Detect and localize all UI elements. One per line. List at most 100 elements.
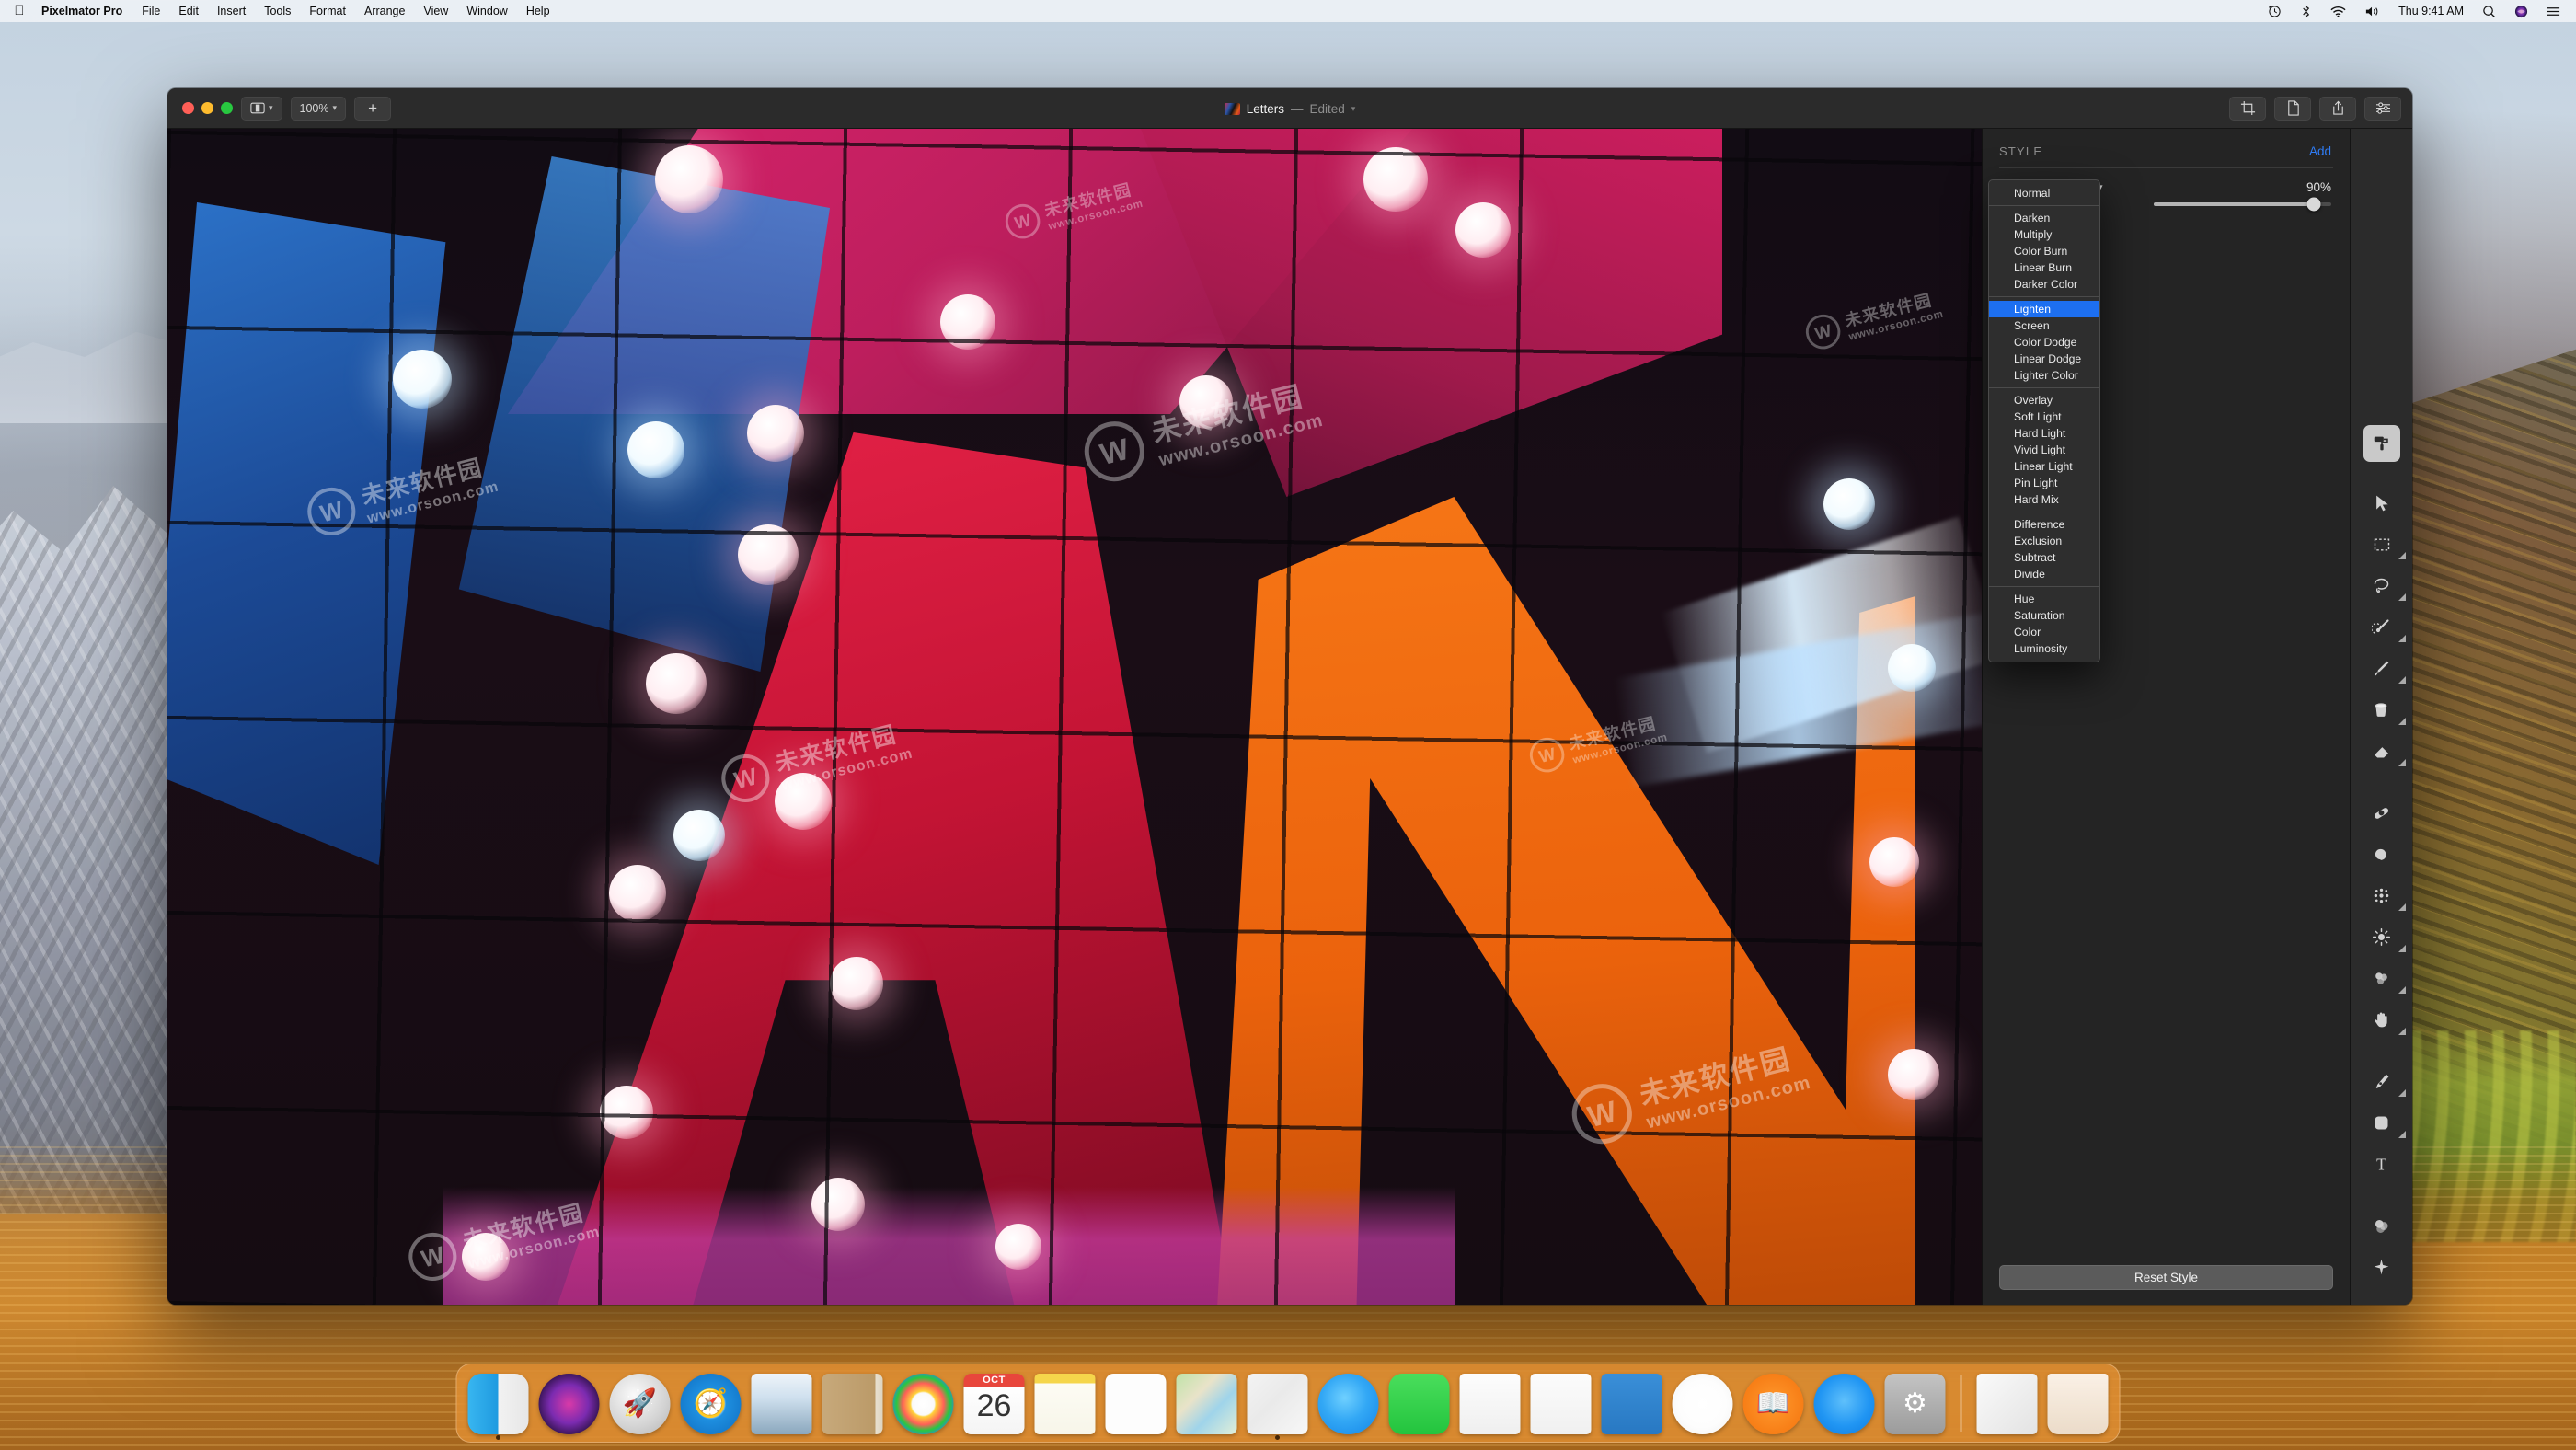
menu-app-name[interactable]: Pixelmator Pro: [31, 5, 132, 17]
dock-books[interactable]: 📖: [1742, 1372, 1806, 1436]
title-chevron-down-icon[interactable]: ▾: [1351, 104, 1356, 114]
opacity-slider-knob[interactable]: [2306, 197, 2321, 212]
tool-eraser[interactable]: [2363, 731, 2406, 772]
blend-mode-difference[interactable]: Difference: [1989, 516, 2099, 533]
blend-mode-darker-color[interactable]: Darker Color: [1989, 276, 2099, 293]
siri-icon[interactable]: [2506, 0, 2536, 22]
tool-repair[interactable]: [2363, 792, 2400, 834]
tool-blur[interactable]: [2363, 958, 2406, 999]
tool-submenu-indicator-icon[interactable]: [2398, 718, 2406, 725]
blend-mode-overlay[interactable]: Overlay: [1989, 392, 2099, 409]
reset-style-button[interactable]: Reset Style: [1999, 1265, 2333, 1290]
tool-submenu-indicator-icon[interactable]: [2398, 593, 2406, 601]
blend-mode-linear-burn[interactable]: Linear Burn: [1989, 259, 2099, 276]
dock-reminders[interactable]: [1104, 1372, 1168, 1436]
tool-submenu-indicator-icon[interactable]: [2398, 1028, 2406, 1035]
menu-item-arrange[interactable]: Arrange: [355, 5, 414, 17]
blend-mode-darken[interactable]: Darken: [1989, 210, 2099, 226]
control-center-icon[interactable]: [2538, 0, 2569, 22]
zoom-button[interactable]: [221, 102, 233, 114]
tool-free-select[interactable]: [2363, 565, 2406, 606]
dock-safari[interactable]: 🧭: [679, 1372, 743, 1436]
blend-mode-linear-dodge[interactable]: Linear Dodge: [1989, 351, 2099, 367]
menu-item-window[interactable]: Window: [457, 5, 516, 17]
tool-submenu-indicator-icon[interactable]: [2398, 759, 2406, 766]
tool-style[interactable]: [2363, 425, 2400, 462]
search-icon[interactable]: [2474, 0, 2504, 22]
tool-submenu-indicator-icon[interactable]: [2398, 1131, 2406, 1138]
blend-mode-hard-light[interactable]: Hard Light: [1989, 425, 2099, 442]
dock-contacts[interactable]: [821, 1372, 885, 1436]
dock-trash[interactable]: [2046, 1372, 2110, 1436]
blend-mode-pin-light[interactable]: Pin Light: [1989, 475, 2099, 491]
time-machine-icon[interactable]: [2260, 0, 2290, 22]
tool-submenu-indicator-icon[interactable]: [2398, 635, 2406, 642]
opacity-slider[interactable]: [2154, 197, 2331, 212]
bluetooth-icon[interactable]: [2292, 0, 2320, 22]
dock-maps[interactable]: [1175, 1372, 1239, 1436]
dock-messages[interactable]: [1317, 1372, 1381, 1436]
close-button[interactable]: [182, 102, 194, 114]
tool-submenu-indicator-icon[interactable]: [2398, 986, 2406, 994]
tool-submenu-indicator-icon[interactable]: [2398, 903, 2406, 911]
dock-downloads[interactable]: [1975, 1372, 2040, 1436]
new-document-button[interactable]: [2274, 96, 2311, 121]
dock-system-preferences[interactable]: ⚙: [1883, 1372, 1948, 1436]
dock-siri[interactable]: [537, 1372, 602, 1436]
menu-item-view[interactable]: View: [414, 5, 457, 17]
tool-color-adjust[interactable]: [2363, 1205, 2400, 1247]
blend-mode-linear-light[interactable]: Linear Light: [1989, 458, 2099, 475]
add-style-button[interactable]: Add: [2309, 144, 2331, 158]
blend-mode-hard-mix[interactable]: Hard Mix: [1989, 491, 2099, 508]
share-button[interactable]: [2319, 96, 2356, 121]
tool-smudge[interactable]: [2363, 834, 2400, 875]
blend-mode-exclusion[interactable]: Exclusion: [1989, 533, 2099, 549]
menu-item-help[interactable]: Help: [517, 5, 559, 17]
tool-pen[interactable]: [2363, 1061, 2406, 1102]
sidebar-toggle-button[interactable]: ▾: [241, 96, 282, 121]
tool-lighten[interactable]: [2363, 916, 2406, 958]
crop-button[interactable]: [2229, 96, 2266, 121]
tool-arrange[interactable]: [2363, 482, 2400, 524]
blend-mode-screen[interactable]: Screen: [1989, 317, 2099, 334]
dock-numbers[interactable]: [1529, 1372, 1593, 1436]
adjustments-button[interactable]: [2364, 96, 2401, 121]
dock-mail[interactable]: [750, 1372, 814, 1436]
blend-mode-vivid-light[interactable]: Vivid Light: [1989, 442, 2099, 458]
dock-itunes[interactable]: [1671, 1372, 1735, 1436]
blend-mode-subtract[interactable]: Subtract: [1989, 549, 2099, 566]
tool-type[interactable]: T: [2363, 1144, 2400, 1185]
tool-hand[interactable]: [2363, 999, 2406, 1041]
dock-photos[interactable]: [891, 1372, 956, 1436]
dock-notes[interactable]: [1033, 1372, 1098, 1436]
menu-item-tools[interactable]: Tools: [255, 5, 300, 17]
blend-mode-luminosity[interactable]: Luminosity: [1989, 640, 2099, 657]
tool-color-fill[interactable]: [2363, 689, 2406, 731]
blend-mode-lighter-color[interactable]: Lighter Color: [1989, 367, 2099, 384]
tool-submenu-indicator-icon[interactable]: [2398, 1089, 2406, 1097]
blend-mode-color-burn[interactable]: Color Burn: [1989, 243, 2099, 259]
blend-mode-normal[interactable]: Normal: [1989, 185, 2099, 201]
blend-mode-hue[interactable]: Hue: [1989, 591, 2099, 607]
tool-submenu-indicator-icon[interactable]: [2398, 676, 2406, 684]
blend-mode-saturation[interactable]: Saturation: [1989, 607, 2099, 624]
tool-submenu-indicator-icon[interactable]: [2398, 552, 2406, 559]
dock-app-store[interactable]: [1812, 1372, 1877, 1436]
tool-shape[interactable]: [2363, 1102, 2406, 1144]
minimize-button[interactable]: [201, 102, 213, 114]
dock-launchpad[interactable]: 🚀: [608, 1372, 673, 1436]
dock-pages[interactable]: [1458, 1372, 1523, 1436]
blend-mode-lighten[interactable]: Lighten: [1989, 301, 2099, 317]
volume-icon[interactable]: [2356, 0, 2388, 22]
tool-paint[interactable]: [2363, 648, 2406, 689]
add-layer-button[interactable]: +: [354, 96, 392, 121]
blend-mode-menu[interactable]: Normal Darken Multiply Color Burn Linear Bur…: [1988, 179, 2100, 662]
blend-mode-soft-light[interactable]: Soft Light: [1989, 409, 2099, 425]
dock-pixelmator-pro[interactable]: [1246, 1372, 1310, 1440]
menu-item-format[interactable]: Format: [300, 5, 355, 17]
menu-item-edit[interactable]: Edit: [169, 5, 208, 17]
dock-facetime[interactable]: [1387, 1372, 1452, 1436]
blend-mode-color-dodge[interactable]: Color Dodge: [1989, 334, 2099, 351]
tool-halftone[interactable]: [2363, 875, 2406, 916]
tool-submenu-indicator-icon[interactable]: [2398, 945, 2406, 952]
